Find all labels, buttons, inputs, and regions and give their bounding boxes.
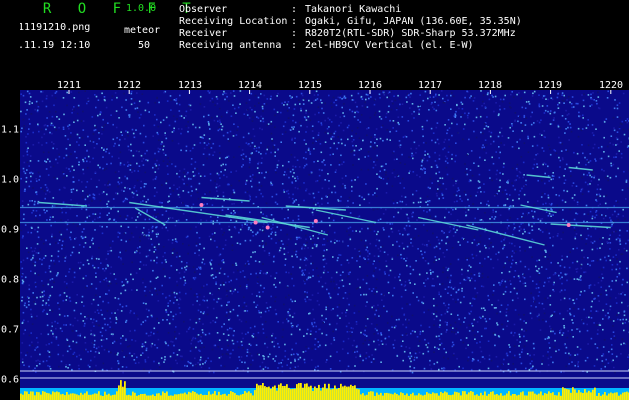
time-tick: 1215 [297,80,323,91]
detection-label: meteor [124,25,161,36]
info-value: Ogaki, Gifu, JAPAN (136.60E, 35.35N) [305,16,522,27]
time-tick: 1217 [417,80,443,91]
frequency-tick: 0.6 [1,374,20,386]
info-row-observer: Observer: Takanori Kawachi [179,4,401,15]
info-separator: : [291,16,298,27]
echo-hotspot [566,223,571,227]
app-title: H R O F F T [8,1,200,17]
time-tick: 1220 [598,80,624,91]
detection-count: 50 [138,40,151,51]
echo-hotspot [199,203,204,207]
info-row-receiver: Receiver: R820T2(RTL-SDR) SDR-Sharp 53.37… [179,28,516,39]
frequency-tick: 1.0 [1,174,20,186]
time-tick: 1212 [116,80,142,91]
info-value: R820T2(RTL-SDR) SDR-Sharp 53.372MHz [305,28,516,39]
info-separator: : [291,40,298,51]
time-tick: 1211 [56,80,82,91]
echo-hotspot [265,225,270,230]
info-separator: : [291,4,298,15]
time-tick: 1219 [537,80,563,91]
time-tick: 1213 [177,80,203,91]
spectrogram-plot [20,90,629,400]
time-tick: 1218 [477,80,503,91]
frequency-tick: 0.8 [1,274,20,286]
header-panel: H R O F F T 1.0.0 2511191210.png meteor … [0,0,629,91]
echo-hotspot [253,220,258,225]
info-value: Takanori Kawachi [305,4,402,15]
info-key: Receiving Location [179,16,288,27]
time-tick: 1216 [357,80,383,91]
frequency-tick: 1.1 [1,124,20,136]
info-key: Receiving antenna [179,40,282,51]
echo-hotspot [313,219,318,223]
info-key: Receiver [179,28,228,39]
spectrogram-canvas [20,90,629,400]
info-key: Observer [179,4,228,15]
info-separator: : [291,28,298,39]
app-version: 1.0.0 [126,3,157,14]
time-tick: 1214 [237,80,263,91]
frequency-tick: 0.7 [1,324,20,336]
frequency-tick: 0.9 [1,224,20,236]
info-value: 2el-HB9CV Vertical (el. E-W) [305,40,474,51]
info-row-antenna: Receiving antenna:2el-HB9CV Vertical (el… [179,40,474,51]
frequency-axis: 1.1 1.0 0.9 0.8 0.7 0.6 [0,0,20,400]
info-row-location: Receiving Location: Ogaki, Gifu, JAPAN (1… [179,16,522,27]
